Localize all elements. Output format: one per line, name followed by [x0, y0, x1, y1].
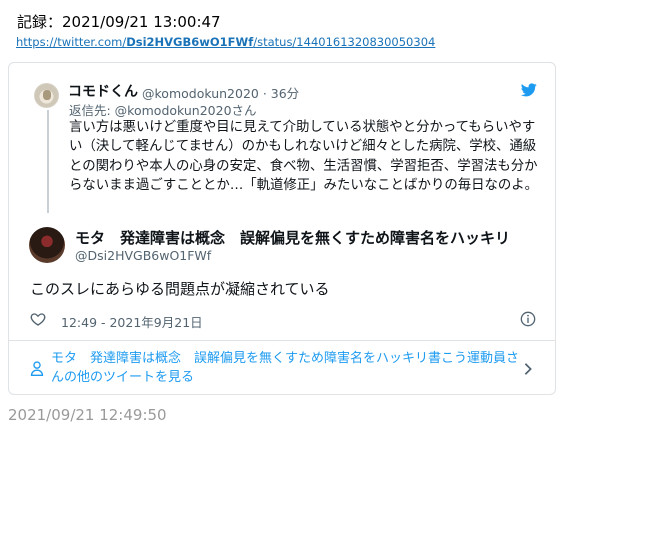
thread-connector-line [47, 110, 49, 213]
tweet-author-handle[interactable]: @Dsi2HVGB6wO1FWf [75, 248, 211, 263]
tweet-text: このスレにあらゆる問題点が凝縮されている [30, 280, 330, 298]
embedded-tweet-card: コモドくん @komodokun2020 · 36分 返信先: @komodok… [8, 62, 556, 395]
info-icon[interactable] [520, 311, 536, 327]
chevron-right-icon [524, 363, 532, 375]
reply-avatar[interactable] [34, 83, 59, 108]
person-icon [30, 361, 44, 376]
source-url-prefix: https://twitter.com/ [16, 35, 127, 49]
replying-to-label: 返信先: @komodokun2020さん [69, 103, 257, 118]
archived-time: 2021/09/21 12:49:50 [8, 406, 167, 424]
tweet-timestamp[interactable]: 12:49 - 2021年9月21日 [61, 312, 203, 331]
twitter-bird-icon[interactable] [521, 83, 537, 97]
tweet-author-name[interactable]: モタ 発達障害は概念 誤解偏見を無くすため障害名をハッキリ [75, 227, 510, 248]
more-tweets-link[interactable]: モタ 発達障害は概念 誤解偏見を無くすため障害名をハッキリ書こう運動員さんの他の… [51, 349, 521, 387]
heart-icon[interactable] [30, 311, 46, 327]
record-timestamp: 記録：2021/09/21 13:00:47 [17, 13, 221, 31]
source-tweet-link[interactable]: https://twitter.com/Dsi2HVGB6wO1FWf/stat… [16, 35, 435, 49]
reply-author-name[interactable]: コモドくん [68, 81, 138, 101]
source-url-user: Dsi2HVGB6wO1FWf [126, 35, 254, 49]
reply-tweet-text: 言い方は悪いけど重度や目に見えて介助している状態やと分かってもらいやすい（決して… [69, 120, 539, 193]
more-tweets-row[interactable]: モタ 発達障害は概念 誤解偏見を無くすため障害名をハッキリ書こう運動員さんの他の… [9, 341, 555, 395]
author-avatar[interactable] [29, 227, 65, 263]
source-url-suffix: /status/1440161320830050304 [253, 35, 436, 49]
